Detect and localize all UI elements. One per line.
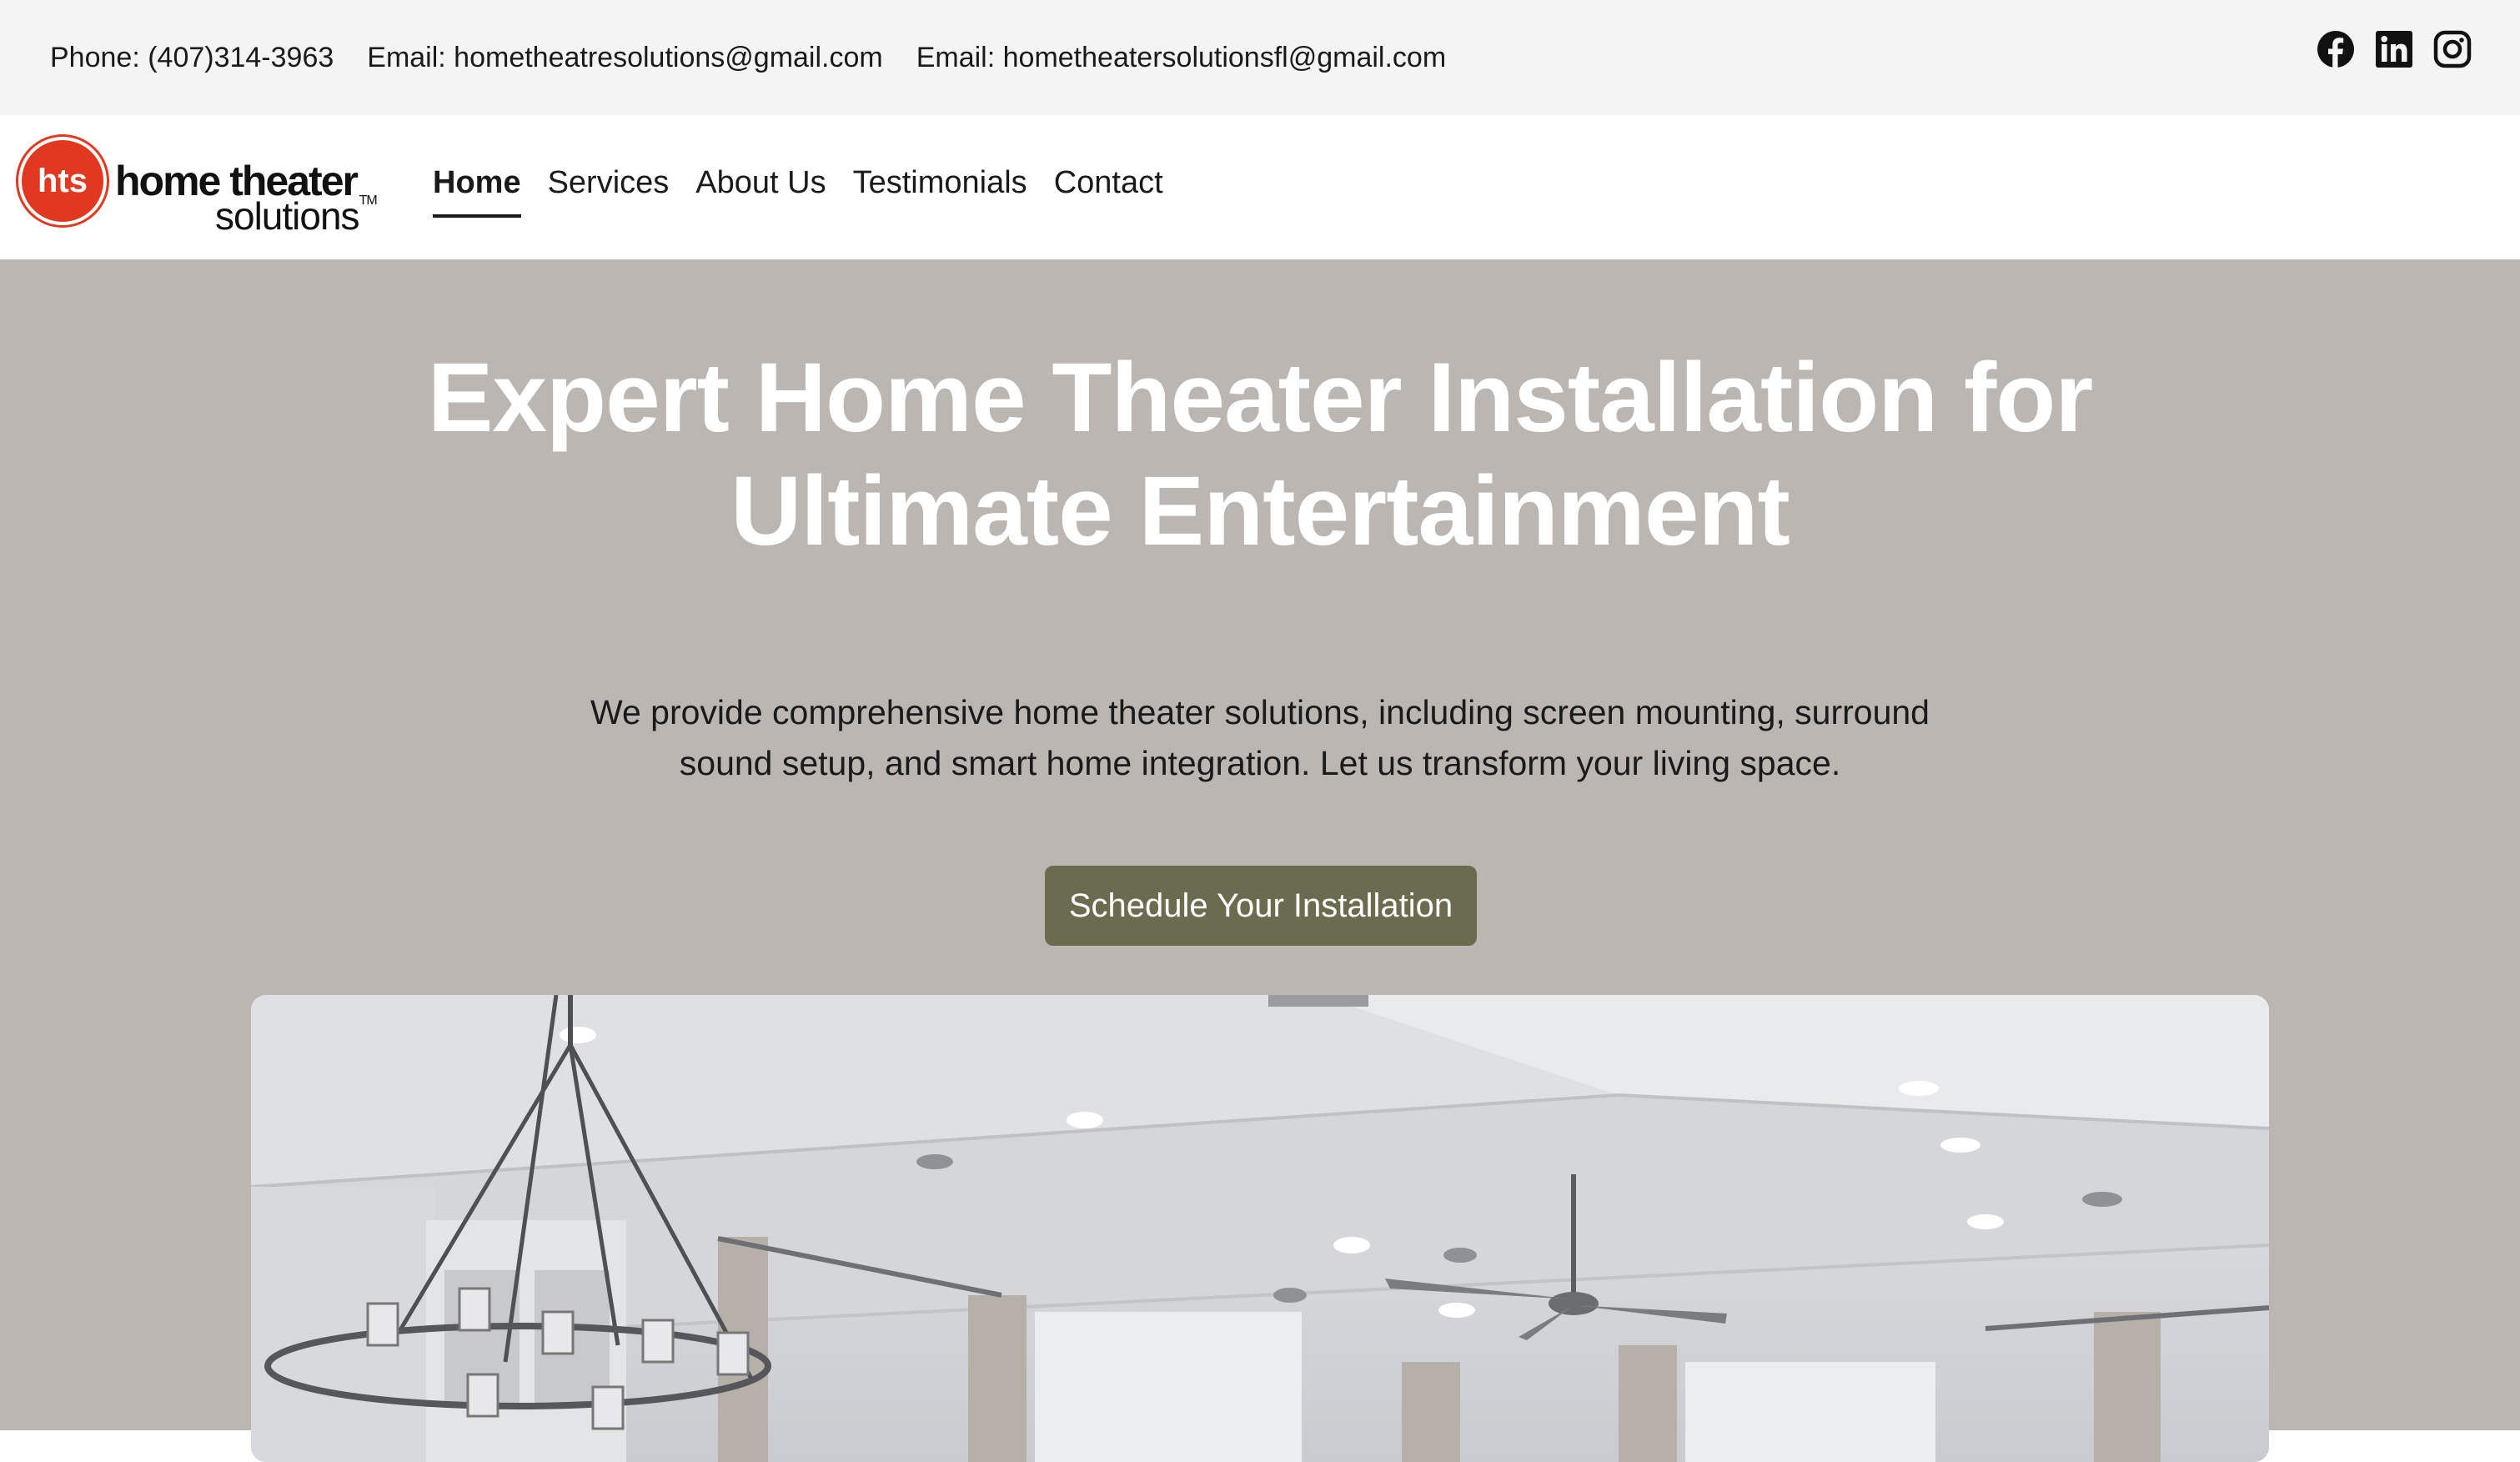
- nav-item-contact[interactable]: Contact: [1054, 165, 1163, 218]
- nav-item-about-us[interactable]: About Us: [695, 165, 826, 218]
- hero-section: Expert Home Theater Installation for Ult…: [0, 259, 2520, 1462]
- hero-description: We provide comprehensive home theater so…: [590, 693, 1930, 782]
- logo-trademark: TM: [359, 193, 378, 208]
- logo-wordmark-solutions: solutions: [215, 194, 360, 238]
- instagram-icon[interactable]: [2433, 30, 2472, 68]
- nav-item-home[interactable]: Home: [433, 165, 521, 218]
- site-logo[interactable]: hts home theater solutionsTM: [22, 140, 380, 240]
- schedule-installation-button[interactable]: Schedule Your Installation: [1045, 866, 1477, 946]
- hero-title: Expert Home Theater Installation for Ult…: [427, 343, 2094, 566]
- logo-monogram: hts: [22, 140, 103, 222]
- top-contact-bar: Phone: (407)314-3963 Email: hometheatres…: [0, 0, 2520, 115]
- contact-list: Phone: (407)314-3963 Email: hometheatres…: [50, 42, 1446, 74]
- email-contact-primary[interactable]: Email: hometheatresolutions@gmail.com: [367, 42, 882, 74]
- site-header: hts home theater solutionsTM Home Servic…: [0, 115, 2520, 259]
- phone-contact[interactable]: Phone: (407)314-3963: [50, 42, 334, 74]
- social-links: [2317, 30, 2472, 68]
- living-room-illustration: [251, 995, 2269, 1462]
- facebook-icon[interactable]: [2317, 30, 2355, 68]
- main-nav: Home Services About Us Testimonials Cont…: [433, 165, 1163, 218]
- nav-item-services[interactable]: Services: [548, 165, 670, 218]
- hero-image: [251, 995, 2269, 1462]
- logo-wordmark-bottom: solutionsTM: [215, 193, 378, 239]
- nav-item-testimonials[interactable]: Testimonials: [853, 165, 1027, 218]
- email-contact-secondary[interactable]: Email: hometheatersolutionsfl@gmail.com: [916, 42, 1446, 74]
- linkedin-icon[interactable]: [2375, 30, 2413, 68]
